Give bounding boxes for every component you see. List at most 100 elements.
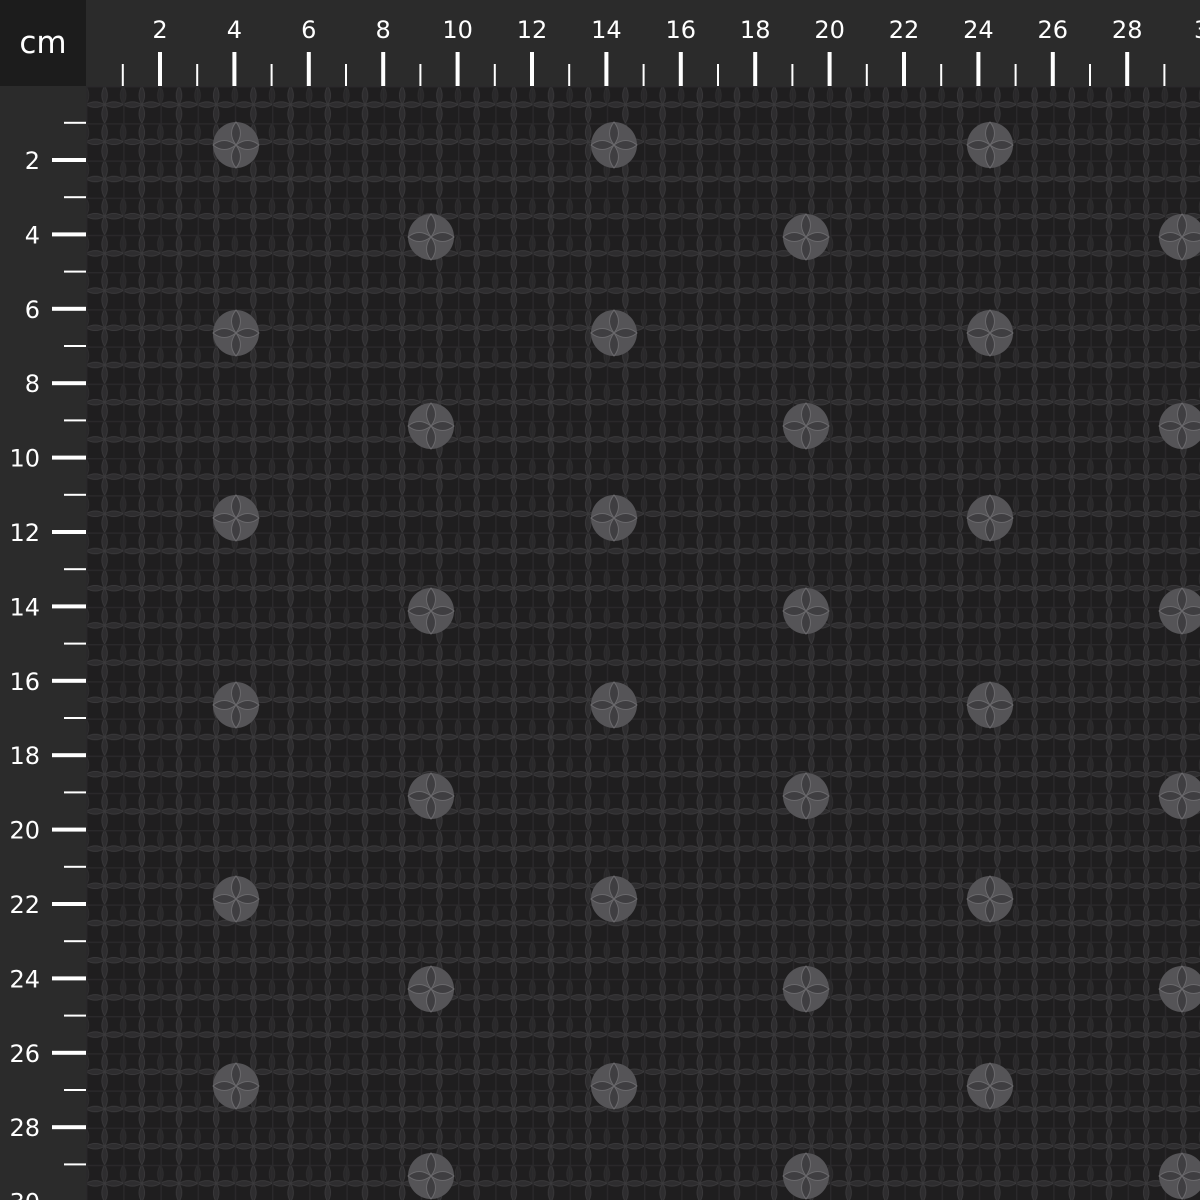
four-petal-medallion-icon	[212, 309, 260, 357]
ruler-unit-label: cm	[0, 0, 86, 86]
minor-tick	[64, 121, 86, 124]
major-tick	[52, 530, 86, 534]
minor-tick	[196, 64, 199, 86]
four-petal-medallion-icon	[966, 681, 1014, 729]
minor-tick	[64, 642, 86, 645]
four-petal-medallion-icon	[590, 121, 638, 169]
minor-tick	[64, 1163, 86, 1166]
major-tick	[52, 1050, 86, 1055]
left-ruler-label: 14	[9, 593, 40, 621]
minor-tick	[1163, 64, 1166, 86]
major-tick	[306, 52, 311, 86]
minor-tick	[345, 64, 347, 86]
four-petal-medallion-icon	[590, 494, 638, 542]
minor-tick	[64, 419, 86, 422]
four-petal-medallion-icon	[782, 965, 830, 1013]
major-tick	[678, 52, 683, 86]
four-petal-medallion-icon	[407, 965, 455, 1013]
four-petal-medallion-icon	[212, 875, 260, 923]
left-ruler-label: 18	[9, 742, 40, 770]
top-ruler-label: 26	[1038, 16, 1069, 44]
four-petal-medallion-icon	[590, 875, 638, 923]
minor-tick	[270, 64, 273, 86]
left-ruler-label: 10	[9, 445, 40, 473]
top-ruler-label: 16	[666, 16, 697, 44]
minor-tick	[791, 64, 794, 86]
four-petal-medallion-icon	[407, 402, 455, 450]
major-tick	[52, 753, 86, 758]
top-ruler-label: 28	[1112, 16, 1143, 44]
four-petal-medallion-icon	[782, 213, 830, 261]
four-petal-medallion-icon	[590, 681, 638, 729]
top-ruler-label: 6	[301, 16, 316, 44]
left-ruler-label: 24	[9, 965, 40, 993]
four-petal-medallion-icon	[966, 494, 1014, 542]
minor-tick	[1089, 64, 1091, 86]
left-ruler-label: 8	[25, 370, 40, 398]
top-ruler-label: 8	[376, 16, 391, 44]
minor-tick	[717, 64, 719, 86]
major-tick	[1125, 52, 1130, 86]
minor-tick	[64, 865, 86, 868]
major-tick	[232, 52, 237, 86]
top-ruler-label: 2	[152, 16, 167, 44]
minor-tick	[568, 64, 571, 86]
left-ruler-label: 2	[25, 147, 40, 175]
four-petal-medallion-icon	[407, 213, 455, 261]
left-ruler-label: 26	[9, 1040, 40, 1068]
four-petal-medallion-icon	[407, 772, 455, 820]
top-ruler-scale: 2468101214161820222426283	[121, 16, 1200, 86]
minor-tick	[64, 791, 86, 794]
major-tick	[1050, 52, 1055, 86]
major-tick	[455, 52, 460, 86]
minor-tick	[865, 64, 868, 86]
major-tick	[158, 52, 162, 86]
major-tick	[52, 306, 86, 311]
minor-tick	[1014, 64, 1017, 86]
minor-tick	[493, 64, 496, 86]
major-tick	[52, 678, 86, 683]
minor-tick	[121, 64, 124, 86]
four-petal-medallion-icon	[407, 1152, 455, 1200]
minor-tick	[64, 568, 86, 571]
left-ruler-label: 12	[9, 519, 40, 547]
major-tick	[52, 604, 86, 609]
minor-tick	[64, 940, 86, 943]
left-ruler-label: 22	[9, 891, 40, 919]
four-petal-medallion-icon	[782, 587, 830, 635]
minor-tick	[64, 717, 86, 719]
left-ruler-label: 28	[9, 1114, 40, 1142]
left-ruler: 24681012141618202224262830	[0, 86, 86, 1200]
minor-tick	[64, 1014, 86, 1017]
top-ruler-label: 10	[442, 16, 473, 44]
left-ruler-label: 30	[9, 1189, 40, 1200]
four-petal-medallion-icon	[212, 1062, 260, 1110]
major-tick	[52, 455, 86, 460]
four-petal-medallion-icon	[966, 309, 1014, 357]
major-tick	[902, 52, 906, 86]
minor-tick	[64, 493, 86, 496]
major-tick	[52, 158, 86, 162]
four-petal-medallion-icon	[966, 875, 1014, 923]
major-tick	[827, 52, 832, 86]
minor-tick	[419, 64, 422, 86]
minor-tick	[940, 64, 943, 86]
petal-lattice-background	[86, 86, 1200, 1200]
major-tick	[530, 52, 534, 86]
fabric-pattern	[86, 86, 1200, 1200]
left-ruler-label: 4	[25, 221, 40, 249]
major-tick	[52, 976, 86, 981]
left-ruler-label: 6	[25, 296, 40, 324]
major-tick	[753, 52, 758, 86]
minor-tick	[64, 1089, 86, 1091]
minor-tick	[642, 64, 645, 86]
major-tick	[976, 52, 981, 86]
four-petal-medallion-icon	[212, 681, 260, 729]
major-tick	[52, 827, 86, 832]
four-petal-medallion-icon	[966, 121, 1014, 169]
left-ruler-scale: 24681012141618202224262830	[9, 121, 86, 1200]
major-tick	[52, 902, 86, 906]
top-ruler-label: 14	[591, 16, 622, 44]
minor-tick	[64, 196, 86, 199]
four-petal-medallion-icon	[212, 121, 260, 169]
